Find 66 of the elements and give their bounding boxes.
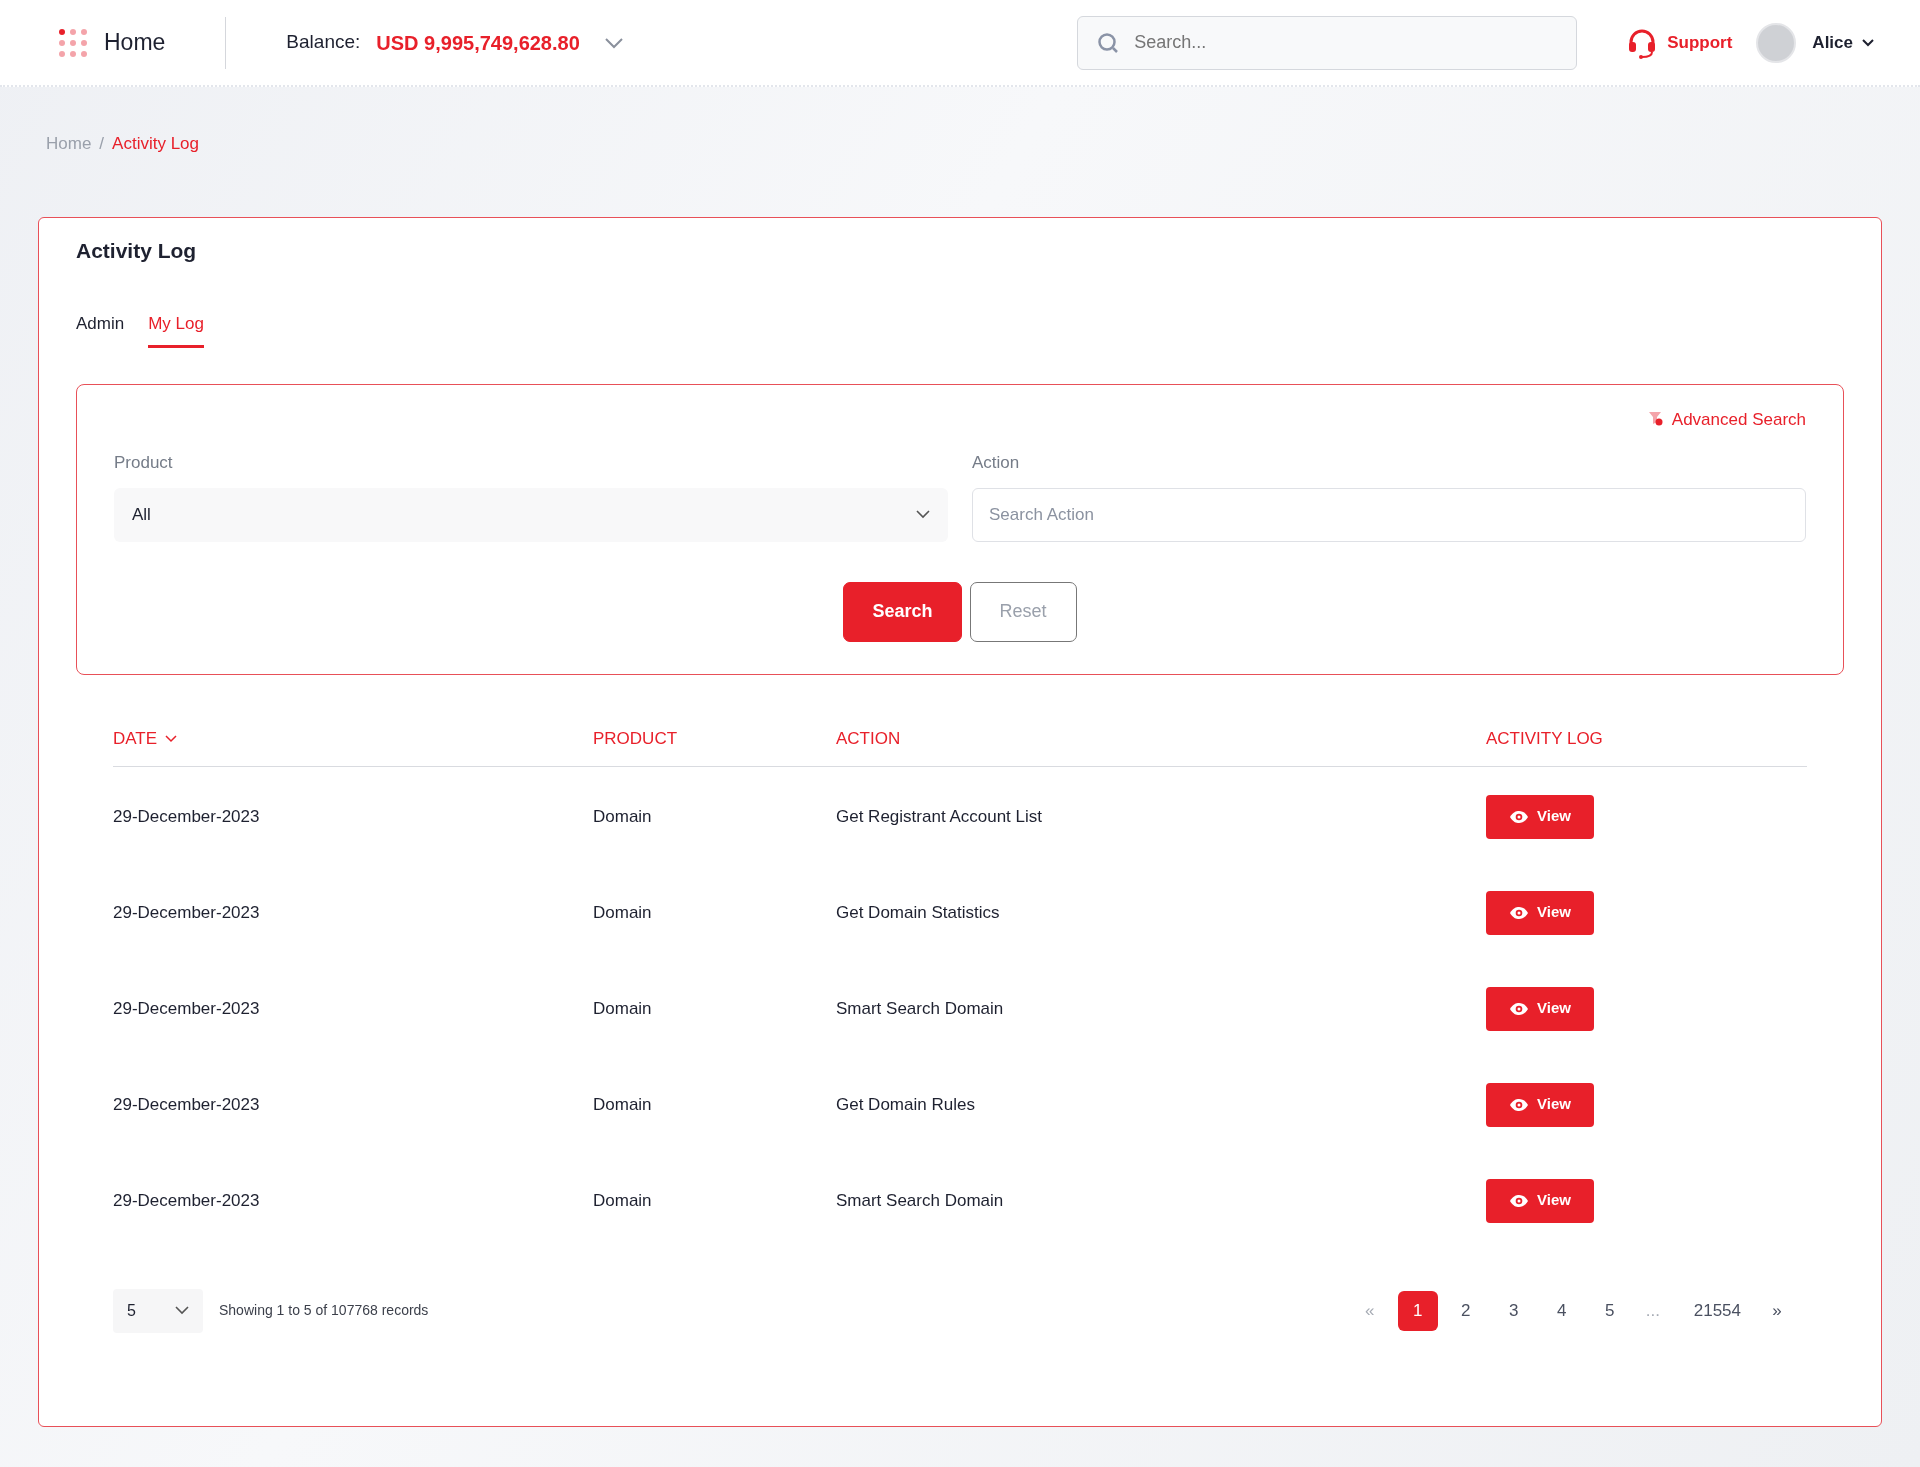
user-name[interactable]: Alice [1812,29,1853,56]
menu-dots-icon[interactable] [58,27,88,58]
view-button[interactable]: View [1486,986,1594,1031]
action-field[interactable]: Search Action [972,487,1806,542]
chevron-down-icon[interactable] [1861,38,1875,47]
page-button[interactable]: 4 [1541,1290,1582,1331]
advanced-search-link[interactable]: Advanced Search [1647,406,1806,433]
tab[interactable]: My Log [148,311,204,348]
table-cell: 29-December-2023 [113,902,260,922]
previous-page-button[interactable]: « [1349,1290,1390,1331]
table-cell: Get Registrant Account List [836,806,1042,826]
column-header[interactable]: PRODUCT [593,726,678,752]
column-header[interactable]: DATE [113,726,158,752]
balance-label: Balance: [286,30,361,55]
field-label: Product [114,452,174,475]
search-button[interactable]: Search [843,581,962,642]
view-button[interactable]: View [1486,1082,1594,1127]
page-button[interactable]: 21554 [1685,1290,1749,1331]
chevron-down-icon[interactable] [916,510,930,520]
table-cell: Domain [593,1190,652,1210]
filter-icon[interactable] [1647,411,1664,428]
tab[interactable]: Admin [76,311,125,348]
balance-value: USD 9,995,749,628.80 [376,30,580,56]
table-cell: Get Domain Rules [836,1094,975,1114]
eye-icon[interactable] [1509,1193,1530,1208]
eye-icon[interactable] [1509,809,1530,824]
breadcrumb-link[interactable]: Activity Log [112,131,200,217]
table-cell: 29-December-2023 [113,1190,260,1210]
table-cell: Smart Search Domain [836,998,1004,1018]
table-cell: Domain [593,806,652,826]
view-button[interactable]: View [1486,890,1594,935]
sort-chevron-icon[interactable] [165,735,178,744]
table-cell: Domain [593,902,652,922]
page-button[interactable]: 2 [1445,1290,1486,1331]
records-info: Showing 1 to 5 of 107768 records [219,1301,429,1321]
table-cell: Domain [593,998,652,1018]
table-cell: Smart Search Domain [836,1190,1004,1210]
table-cell: 29-December-2023 [113,806,260,826]
search-icon [1097,31,1120,54]
breadcrumb-link[interactable]: Home [46,131,92,217]
breadcrumb-separator: / [99,133,105,155]
page-title: Home [104,28,166,58]
eye-icon[interactable] [1509,1097,1530,1112]
view-button[interactable]: View [1486,794,1594,839]
table-cell: Domain [593,1094,652,1114]
page-button[interactable]: 5 [1589,1290,1630,1331]
product-select[interactable]: All [114,487,948,542]
table-cell: 29-December-2023 [113,998,260,1018]
eye-icon[interactable] [1509,1001,1530,1016]
eye-icon[interactable] [1509,905,1530,920]
page-size-select[interactable]: 5 [113,1288,203,1333]
table-cell: 29-December-2023 [113,1094,260,1114]
view-button[interactable]: View [1486,1178,1594,1223]
card-title: Activity Log [76,238,198,264]
page-button[interactable]: 3 [1493,1290,1534,1331]
chevron-down-icon[interactable] [175,1306,189,1316]
column-header[interactable]: ACTION [836,726,901,752]
table-cell: Get Domain Statistics [836,902,1000,922]
support-link[interactable]: Support [1625,25,1733,60]
reset-button[interactable]: Reset [969,581,1077,642]
page-button[interactable]: 1 [1397,1290,1438,1331]
column-header[interactable]: ACTIVITY LOG [1486,726,1603,752]
page-ellipsis: ... [1644,1299,1661,1322]
next-page-button[interactable]: » [1757,1290,1797,1331]
search-field[interactable]: Search... [1077,15,1578,70]
field-label: Action [972,452,1021,475]
